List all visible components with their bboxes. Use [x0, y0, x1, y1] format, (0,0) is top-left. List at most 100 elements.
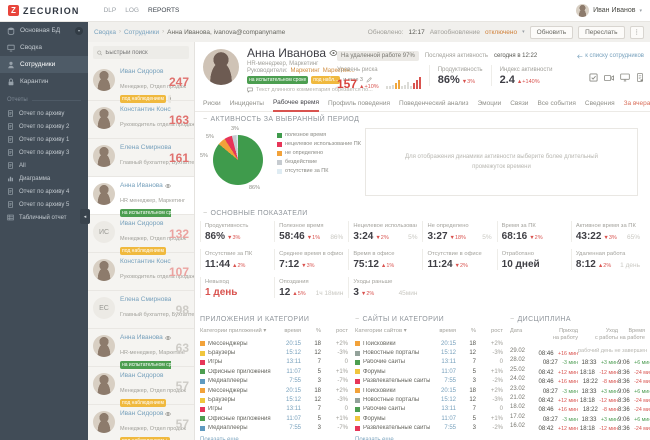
time-link[interactable]: 11:07: [275, 369, 301, 375]
col-pct[interactable]: %: [301, 328, 321, 334]
db-expand-toggle[interactable]: ▾: [75, 27, 83, 35]
sidebar-item-archive-report-4[interactable]: Отчет по архиву 4: [0, 185, 88, 198]
search-input[interactable]: [105, 50, 185, 56]
back-to-list-link[interactable]: к списку сотрудников: [577, 53, 644, 59]
time-link[interactable]: 11:07: [430, 416, 456, 422]
table-row[interactable]: Мессенджеры 20:15 18 +2%: [200, 339, 348, 348]
employee-list-item[interactable]: Елена Смирнова Главный бухгалтер, Бухгал…: [88, 139, 194, 177]
table-row[interactable]: Новостные порталы 15:12 12 -3%: [355, 395, 503, 404]
table-row[interactable]: Игры 13:11 7 0: [200, 405, 348, 414]
col-time[interactable]: время: [430, 328, 456, 334]
time-link[interactable]: 20:15: [430, 341, 456, 347]
sidebar-item-employees[interactable]: Сотрудники: [0, 56, 88, 73]
collapse-toggle[interactable]: −: [355, 316, 360, 323]
time-link[interactable]: 15:12: [275, 350, 301, 356]
tab-all-events[interactable]: Все события: [537, 100, 575, 111]
table-row[interactable]: 29.02 08:46 +16 мин рабочий день не заве…: [510, 342, 645, 351]
employee-list-item[interactable]: Анна Иванова HR-менеджер, Маркетинг на и…: [88, 329, 194, 367]
table-row[interactable]: Мессенджеры 20:15 18 +2%: [200, 386, 348, 395]
table-row[interactable]: Игры 13:11 7 0: [200, 358, 348, 367]
sidebar-item-quarantine[interactable]: Карантин: [0, 73, 88, 90]
sidebar-collapse-handle[interactable]: ◂: [80, 209, 90, 224]
time-link[interactable]: 13:11: [430, 406, 456, 412]
table-row[interactable]: Браузеры 15:12 12 -3%: [200, 348, 348, 357]
monitor-icon[interactable]: [620, 73, 630, 82]
menu-dlp[interactable]: DLP: [104, 7, 117, 14]
col-category[interactable]: Категории сайтов ▾: [355, 328, 430, 334]
table-row[interactable]: Браузеры 15:12 12 -3%: [200, 395, 348, 404]
col-pct[interactable]: %: [456, 328, 476, 334]
time-link[interactable]: 11:07: [275, 416, 301, 422]
table-row[interactable]: Поисковики 20:15 18 +2%: [355, 339, 503, 348]
collapse-toggle[interactable]: −: [510, 316, 515, 323]
time-link[interactable]: 7:55: [430, 378, 456, 384]
employee-list-item[interactable]: Константин Констан... Руководитель отдел…: [88, 253, 194, 291]
sidebar-item-main-db[interactable]: Основная БД ▾: [0, 22, 88, 39]
tab-details[interactable]: Сведения: [585, 100, 615, 111]
employee-list-item[interactable]: Константин Констан... Руководитель отдел…: [88, 101, 194, 139]
sidebar-item-table-report[interactable]: Табличный отчет: [0, 211, 88, 224]
breadcrumb-overview[interactable]: Сводка: [94, 29, 116, 36]
time-link[interactable]: 7:55: [275, 378, 301, 384]
employee-list-item[interactable]: ИС Иван Сидоров Менеджер, Отдел продаж п…: [88, 215, 194, 253]
sidebar-item-archive-report-5[interactable]: Отчет по архиву 5: [0, 198, 88, 211]
table-row[interactable]: Рабочие сайты 13:11 7 0: [355, 405, 503, 414]
col-growth[interactable]: рост: [476, 328, 503, 334]
zecurion-logo[interactable]: Z ZECURION: [8, 5, 80, 16]
time-link[interactable]: 20:15: [275, 341, 301, 347]
time-link[interactable]: 11:07: [430, 369, 456, 375]
checkbox-icon[interactable]: [589, 73, 598, 82]
table-row[interactable]: Форумы 11:07 5 +1%: [355, 414, 503, 423]
time-link[interactable]: 15:12: [430, 397, 456, 403]
user-menu[interactable]: Иван Иванов ▾: [576, 4, 642, 17]
breadcrumb-employees[interactable]: Сотрудники: [124, 29, 159, 36]
table-row[interactable]: Медиаплееры 7:55 3 -7%: [200, 424, 348, 433]
col-time[interactable]: время: [275, 328, 301, 334]
table-row[interactable]: Новостные порталы 15:12 12 -3%: [355, 348, 503, 357]
refresh-button[interactable]: Обновить: [530, 26, 573, 39]
sidebar-item-archive-report[interactable]: Отчет по архиву: [0, 107, 88, 120]
col-category[interactable]: Категории приложений ▾: [200, 328, 275, 334]
time-link[interactable]: 20:15: [275, 388, 301, 394]
time-link[interactable]: 15:12: [275, 397, 301, 403]
sidebar-item-all[interactable]: All: [0, 159, 88, 172]
camera-icon[interactable]: [604, 74, 614, 82]
menu-log[interactable]: LOG: [125, 7, 139, 14]
employee-list-item[interactable]: Иван Сидоров Менеджер, Отдел продаж под …: [88, 63, 194, 101]
tab-connections[interactable]: Связи: [510, 100, 528, 111]
time-link[interactable]: 20:15: [430, 388, 456, 394]
menu-reports[interactable]: REPORTS: [148, 7, 179, 14]
time-link[interactable]: 13:11: [430, 359, 456, 365]
col-growth[interactable]: рост: [321, 328, 348, 334]
table-row[interactable]: Медиаплееры 7:55 3 -7%: [200, 377, 348, 386]
tab-working-time[interactable]: Рабочее время: [273, 99, 319, 112]
employee-list-item[interactable]: Анна Иванова HR менеджер, Маркетинг на и…: [88, 177, 194, 215]
table-row[interactable]: Офисные приложения 11:07 5 +1%: [200, 414, 348, 423]
more-actions-button[interactable]: ⋮: [630, 26, 645, 39]
collapse-toggle[interactable]: −: [203, 116, 208, 123]
table-row[interactable]: Развлекательные сайты 7:55 3 -2%: [355, 424, 503, 433]
tab-risks[interactable]: Риски: [203, 100, 221, 111]
time-link[interactable]: 13:11: [275, 359, 301, 365]
autorefresh-state[interactable]: отключено: [485, 29, 517, 36]
manager-link[interactable]: Маркетинг: [291, 68, 320, 74]
sidebar-item-archive-report-3[interactable]: Отчет по архиву 3: [0, 146, 88, 159]
tab-behavior-analysis[interactable]: Поведенческий анализ: [399, 100, 469, 111]
collapse-toggle[interactable]: −: [203, 210, 208, 217]
tab-emotions[interactable]: Эмоции: [478, 100, 502, 111]
forward-button[interactable]: Переслать: [578, 26, 624, 39]
sidebar-item-archive-report-1[interactable]: Отчет по архиву 1: [0, 133, 88, 146]
table-row[interactable]: Офисные приложения 11:07 5 +1%: [200, 367, 348, 376]
employee-list-item[interactable]: Иван Сидоров Менеджер, Отдел продаж под …: [88, 405, 194, 440]
employee-list-item[interactable]: Иван Сидоров Менеджер, Отдел продаж под …: [88, 367, 194, 405]
report-file-icon[interactable]: [636, 73, 644, 82]
period-selector[interactable]: За вчера ▾: [624, 99, 650, 111]
table-row[interactable]: Поисковики 20:15 18 +2%: [355, 386, 503, 395]
sidebar-item-archive-report-2[interactable]: Отчет по архиву 2: [0, 120, 88, 133]
sidebar-item-overview[interactable]: Сводка: [0, 39, 88, 56]
employee-search[interactable]: [93, 46, 189, 59]
employee-list-item[interactable]: ЕС Елена Смирнова Главный бухгалтер, Бух…: [88, 291, 194, 329]
table-row[interactable]: Рабочие сайты 13:11 7 0: [355, 358, 503, 367]
time-link[interactable]: 15:12: [430, 350, 456, 356]
time-link[interactable]: 13:11: [275, 406, 301, 412]
